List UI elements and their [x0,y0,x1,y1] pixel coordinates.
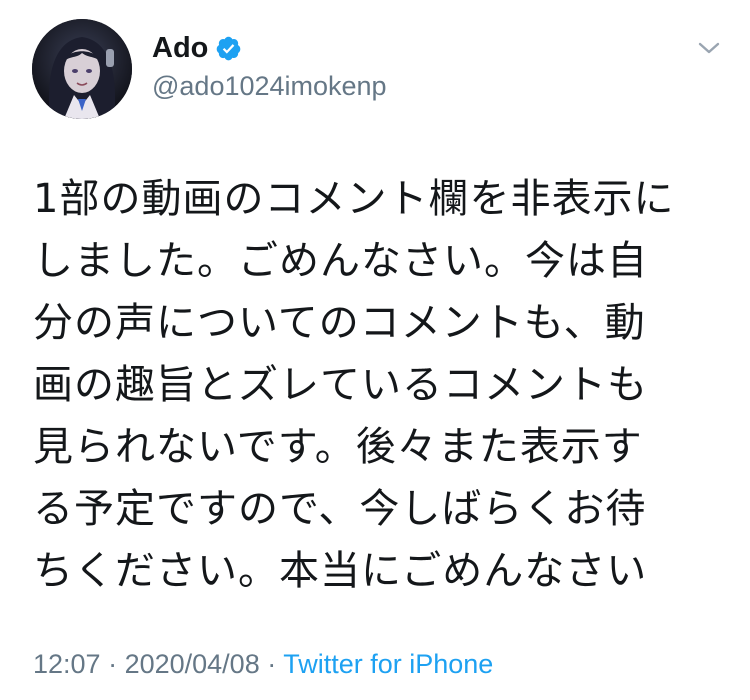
display-name[interactable]: Ado [152,30,208,66]
name-row: Ado [152,30,242,66]
tweet-time[interactable]: 12:07 [33,649,101,679]
meta-separator: · [259,649,284,679]
tweet-text-line: しました。ごめんなさい。今は自 [33,238,648,284]
chevron-down-icon[interactable] [694,36,724,60]
tweet-meta: 12:07 · 2020/04/08 · Twitter for iPhone [33,646,493,682]
tweet-text-line: 画の趣旨とズレているコメントも [33,362,648,408]
tweet-text: 1部の動画のコメント欄を非表示に しました。ごめんなさい。今は自 分の声について… [33,168,723,602]
tweet-text-line: 見られないです。後々また表示す [33,424,643,470]
tweet-date[interactable]: 2020/04/08 [125,649,260,679]
user-handle[interactable]: @ado1024imokenp [152,69,387,103]
tweet-text-line: ちください。本当にごめんなさい [33,548,648,594]
meta-separator: · [100,649,125,679]
verified-badge-icon [217,36,241,60]
avatar[interactable] [32,19,132,119]
tweet-text-line: 分の声についてのコメントも、動 [33,300,646,346]
tweet-source-link[interactable]: Twitter for iPhone [283,649,493,679]
tweet-text-line: 1部の動画のコメント欄を非表示に [33,176,675,222]
tweet-text-line: る予定ですので、今しばらくお待 [33,486,647,532]
tweet-card: Ado @ado1024imokenp 1部の動画のコメント欄を非表示に しまし… [0,0,750,700]
